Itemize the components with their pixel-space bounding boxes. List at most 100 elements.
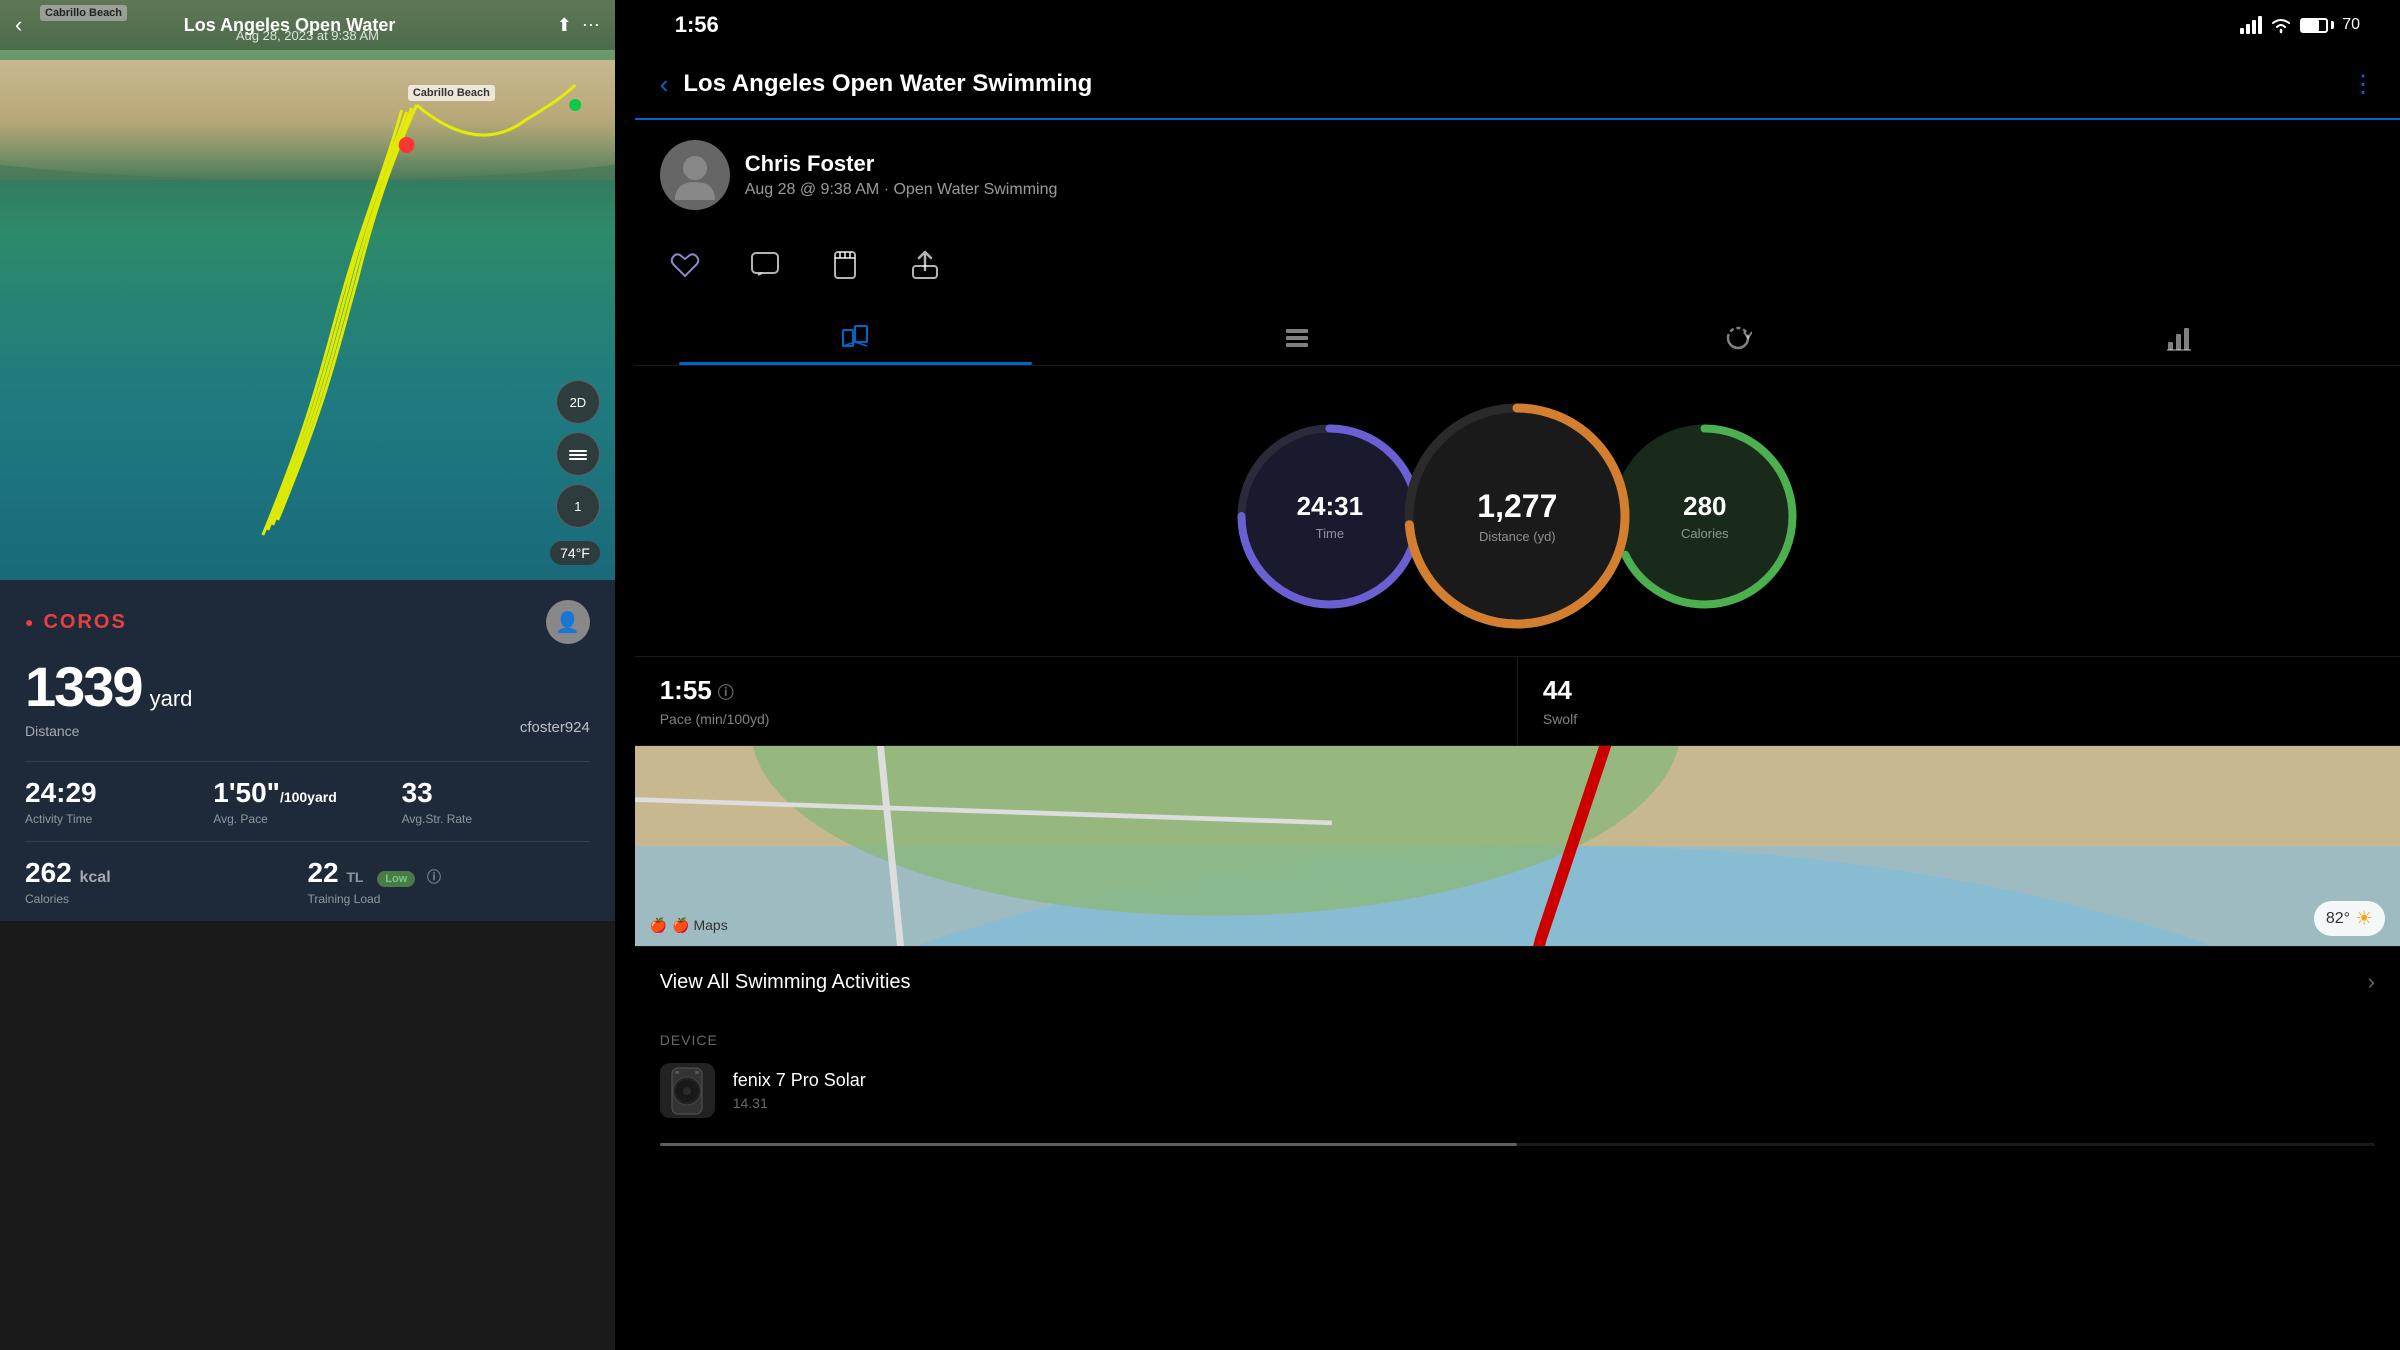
chevron-right-icon: › xyxy=(2368,969,2375,995)
user-name: Chris Foster xyxy=(745,151,1058,177)
device-progress-bar xyxy=(660,1143,2375,1146)
sun-icon: ☀ xyxy=(2355,906,2373,931)
coros-header: ● COROS 👤 xyxy=(25,600,590,644)
training-load-value: 22 TL Low ⓘ xyxy=(307,857,589,889)
more-button[interactable]: ⋮ xyxy=(2351,70,2375,99)
avg-pace-label: Avg. Pace xyxy=(213,812,401,826)
back-button[interactable]: ‹ xyxy=(660,69,669,100)
battery-icon xyxy=(2300,18,2334,33)
stats-grid: 24:29 Activity Time 1'50"/100yard Avg. P… xyxy=(25,761,590,826)
swolf-label: Swolf xyxy=(1543,711,2375,727)
signal-icon xyxy=(2240,16,2262,34)
right-panel: 1:56 70 xyxy=(635,0,2400,1350)
pace-metric: 1:55 ⓘ Pace (min/100yd) xyxy=(635,657,1518,745)
avg-pace-stat: 1'50"/100yard Avg. Pace xyxy=(213,777,401,826)
more-icon[interactable]: ⋯ xyxy=(582,15,600,36)
view-all-swimming-row[interactable]: View All Swimming Activities › xyxy=(635,946,2400,1017)
avg-stroke-label: Avg.Str. Rate xyxy=(402,812,590,826)
status-icons: 70 xyxy=(2240,16,2360,34)
map-area: ‹ Los Angeles Open Water Aug 28, 2023 at… xyxy=(0,0,615,580)
action-row xyxy=(635,230,2400,310)
distance-display: 1339 yard xyxy=(25,654,590,719)
calories-circle-label: Calories xyxy=(1681,526,1729,541)
device-version: 14.31 xyxy=(733,1095,2375,1111)
temperature-badge-map: 82° ☀ xyxy=(2314,901,2385,936)
bottom-spacer xyxy=(635,1156,2400,1350)
pace-info-icon[interactable]: ⓘ xyxy=(718,679,734,703)
distance-value: 1339 xyxy=(25,654,142,719)
swolf-metric: 44 Swolf xyxy=(1518,657,2400,745)
calories-circle-value: 280 xyxy=(1683,491,1726,522)
like-button[interactable] xyxy=(660,240,710,290)
map-back-button[interactable]: ‹ xyxy=(15,12,22,38)
gps-track xyxy=(0,0,615,580)
save-button[interactable] xyxy=(820,240,870,290)
device-icon xyxy=(660,1063,715,1118)
metrics-row: 1:55 ⓘ Pace (min/100yd) 44 Swolf xyxy=(635,656,2400,746)
circles-section: 24:31 Time 1,277 Distance (yd) 280 C xyxy=(635,366,2400,656)
user-info: Chris Foster Aug 28 @ 9:38 AM · Open Wat… xyxy=(745,151,1058,199)
activity-header: ‹ Los Angeles Open Water Swimming ⋮ xyxy=(635,50,2400,120)
battery-percentage: 70 xyxy=(2342,16,2360,34)
pace-value: 1:55 xyxy=(660,675,712,706)
map-thumb-svg xyxy=(635,746,2400,946)
lap-button[interactable]: 1 xyxy=(556,484,600,528)
device-name: fenix 7 Pro Solar xyxy=(733,1070,2375,1091)
activity-time-value: 24:29 xyxy=(25,777,213,809)
avg-stroke-stat: 33 Avg.Str. Rate xyxy=(402,777,590,826)
status-time: 1:56 xyxy=(675,12,719,38)
user-avatar xyxy=(660,140,730,210)
view-all-label: View All Swimming Activities xyxy=(660,971,911,994)
tl-badge: Low xyxy=(377,871,415,887)
coros-data-panel: ● COROS 👤 1339 yard Distance cfoster924 … xyxy=(0,580,615,921)
maps-label: 🍎 🍎 Maps xyxy=(650,917,728,934)
layers-button[interactable] xyxy=(556,432,600,476)
tab-charts[interactable] xyxy=(1959,310,2400,365)
training-load-stat: 22 TL Low ⓘ Training Load xyxy=(307,857,589,906)
distance-circle-value: 1,277 xyxy=(1477,488,1557,525)
tab-laps[interactable] xyxy=(1517,310,1958,365)
share-icon[interactable]: ⬆ xyxy=(557,15,572,36)
time-circle-label: Time xyxy=(1316,526,1344,541)
map-thumbnail[interactable]: 🍎 🍎 Maps 82° ☀ xyxy=(635,746,2400,946)
map-top-bar: ‹ Los Angeles Open Water Aug 28, 2023 at… xyxy=(0,0,615,50)
calories-label: Calories xyxy=(25,892,307,906)
map-subtitle: Aug 28, 2023 at 9:38 AM xyxy=(236,28,379,43)
stats-grid2: 262 kcal Calories 22 TL Low ⓘ Training L… xyxy=(25,841,590,906)
tab-map[interactable] xyxy=(635,310,1076,365)
avg-stroke-value: 33 xyxy=(402,777,590,809)
calories-stat: 262 kcal Calories xyxy=(25,857,307,906)
activity-time-label: Activity Time xyxy=(25,812,213,826)
user-row: Chris Foster Aug 28 @ 9:38 AM · Open Wat… xyxy=(635,120,2400,230)
coros-logo: ● COROS xyxy=(25,611,127,634)
user-meta: Aug 28 @ 9:38 AM · Open Water Swimming xyxy=(745,181,1058,199)
left-panel: ‹ Los Angeles Open Water Aug 28, 2023 at… xyxy=(0,0,615,1350)
tab-list[interactable] xyxy=(1076,310,1517,365)
comment-button[interactable] xyxy=(740,240,790,290)
username: cfoster924 xyxy=(25,719,590,736)
temperature-badge: 74°F xyxy=(550,541,600,565)
activity-time-stat: 24:29 Activity Time xyxy=(25,777,213,826)
map-controls-right: ⬆ ⋯ xyxy=(557,15,600,36)
activity-title: Los Angeles Open Water Swimming xyxy=(683,70,2336,98)
training-load-label: Training Load xyxy=(307,892,589,906)
2d-button[interactable]: 2D xyxy=(556,380,600,424)
device-row: fenix 7 Pro Solar 14.31 xyxy=(660,1063,2375,1118)
share-button[interactable] xyxy=(900,240,950,290)
tab-bar xyxy=(635,310,2400,366)
swolf-value: 44 xyxy=(1543,675,1572,706)
calories-value: 262 kcal xyxy=(25,857,307,889)
apple-maps-icon: 🍎 xyxy=(650,917,667,934)
device-section-label: DEVICE xyxy=(660,1032,2375,1048)
pace-label: Pace (min/100yd) xyxy=(660,711,1492,727)
avatar: 👤 xyxy=(546,600,590,644)
distance-unit: yard xyxy=(150,686,193,712)
spacer-left xyxy=(615,0,635,1350)
device-info: fenix 7 Pro Solar 14.31 xyxy=(733,1070,2375,1111)
device-section: DEVICE fenix 7 Pro Solar 14.31 xyxy=(635,1017,2400,1156)
avg-pace-value: 1'50"/100yard xyxy=(213,777,401,809)
status-bar: 1:56 70 xyxy=(635,0,2400,50)
device-progress-fill xyxy=(660,1143,1518,1146)
time-circle-value: 24:31 xyxy=(1297,491,1364,522)
wifi-icon xyxy=(2270,16,2292,34)
